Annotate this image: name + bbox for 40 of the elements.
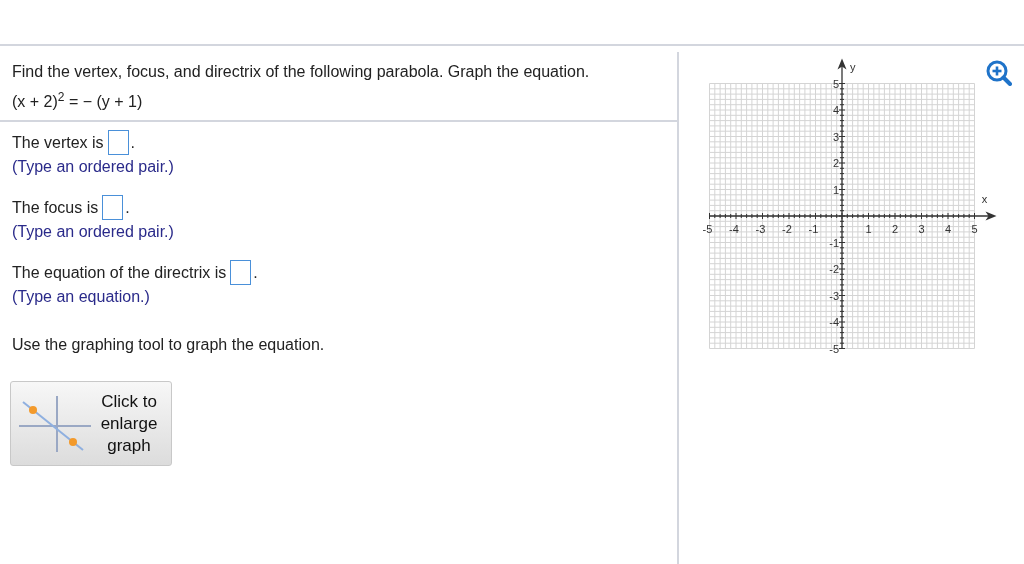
axis-label: x xyxy=(981,193,988,205)
tick-label: -3 xyxy=(755,223,766,235)
graph-line-icon xyxy=(17,393,93,454)
prompt-text: The vertex is xyxy=(12,132,104,153)
prompt-text: The focus is xyxy=(12,197,99,218)
tick-label: -2 xyxy=(829,263,839,275)
tick-label: -1 xyxy=(808,223,819,235)
period-text: . xyxy=(130,132,136,153)
period-text: . xyxy=(125,197,130,218)
tick-label: 5 xyxy=(832,77,839,90)
instruction-text: Use the graphing tool to graph the equation. xyxy=(11,335,326,355)
period-text: . xyxy=(253,262,258,283)
tick-label: 5 xyxy=(971,223,978,235)
tick-label: -2 xyxy=(782,223,792,235)
zoom-in-icon[interactable] xyxy=(986,60,1012,86)
instruction-text: Find the vertex, focus, and directrix of the following parabola. Graph the equation. xyxy=(12,62,591,82)
answer-box[interactable] xyxy=(230,260,252,285)
hint-text: (Type an ordered pair.) xyxy=(12,157,175,177)
tick-label: 1 xyxy=(832,183,839,196)
prompt-text: The equation of the directrix is xyxy=(12,262,227,283)
answer-box[interactable] xyxy=(107,130,129,155)
enlarge-graph-button[interactable]: Click to enlarge graph xyxy=(10,381,172,466)
tick-label: 2 xyxy=(832,157,839,169)
tick-label: -5 xyxy=(702,223,713,235)
tick-label: 2 xyxy=(891,223,899,235)
tick-label: 4 xyxy=(832,104,839,116)
tick-label: -3 xyxy=(829,289,839,302)
answer-box[interactable] xyxy=(102,195,124,220)
tick-label: -4 xyxy=(729,223,739,235)
tick-label: -1 xyxy=(829,236,839,249)
axis-label: y xyxy=(850,60,856,73)
equation-text: (x + 2)$^{2}$ = − (y + 1) xyxy=(12,92,144,112)
tick-label: -4 xyxy=(829,316,839,328)
tick-label: 1 xyxy=(865,223,872,235)
tick-label: -5 xyxy=(829,342,839,355)
tick-label: 3 xyxy=(918,223,925,235)
tick-label: 4 xyxy=(944,223,952,235)
hint-text: (Type an equation.) xyxy=(12,287,151,307)
hint-text: (Type an ordered pair.) xyxy=(12,222,175,242)
tick-label: 3 xyxy=(832,130,839,143)
